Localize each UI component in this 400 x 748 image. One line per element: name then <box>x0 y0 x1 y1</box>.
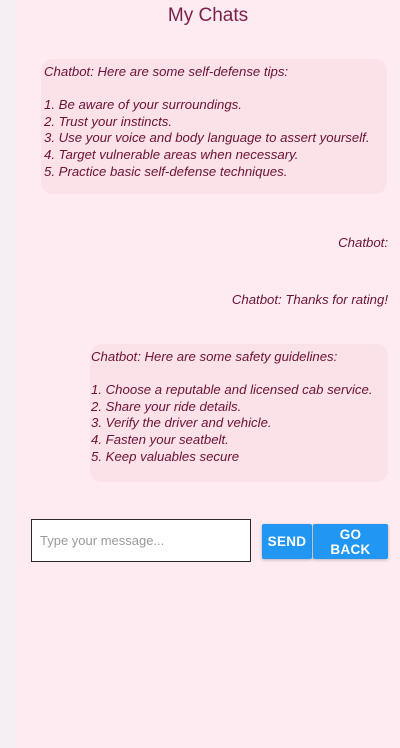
send-button[interactable]: SEND <box>262 524 312 559</box>
chat-bubble-self-defense: Chatbot: Here are some self-defense tips… <box>41 59 387 194</box>
message-text: Chatbot: Here are some self-defense tips… <box>44 64 370 179</box>
message-input[interactable] <box>32 520 250 561</box>
chat-message-empty: Chatbot: <box>338 235 388 250</box>
go-back-button[interactable]: GO BACK <box>313 524 388 559</box>
chat-screen: My Chats Chatbot: Here are some self-def… <box>16 0 400 748</box>
chat-message-thanks: Chatbot: Thanks for rating! <box>231 292 388 307</box>
page-title: My Chats <box>167 5 249 26</box>
message-text: Chatbot: Here are some safety guidelines… <box>91 349 373 464</box>
message-input-container <box>31 519 251 562</box>
chat-bubble-safety-guidelines: Chatbot: Here are some safety guidelines… <box>90 344 388 482</box>
